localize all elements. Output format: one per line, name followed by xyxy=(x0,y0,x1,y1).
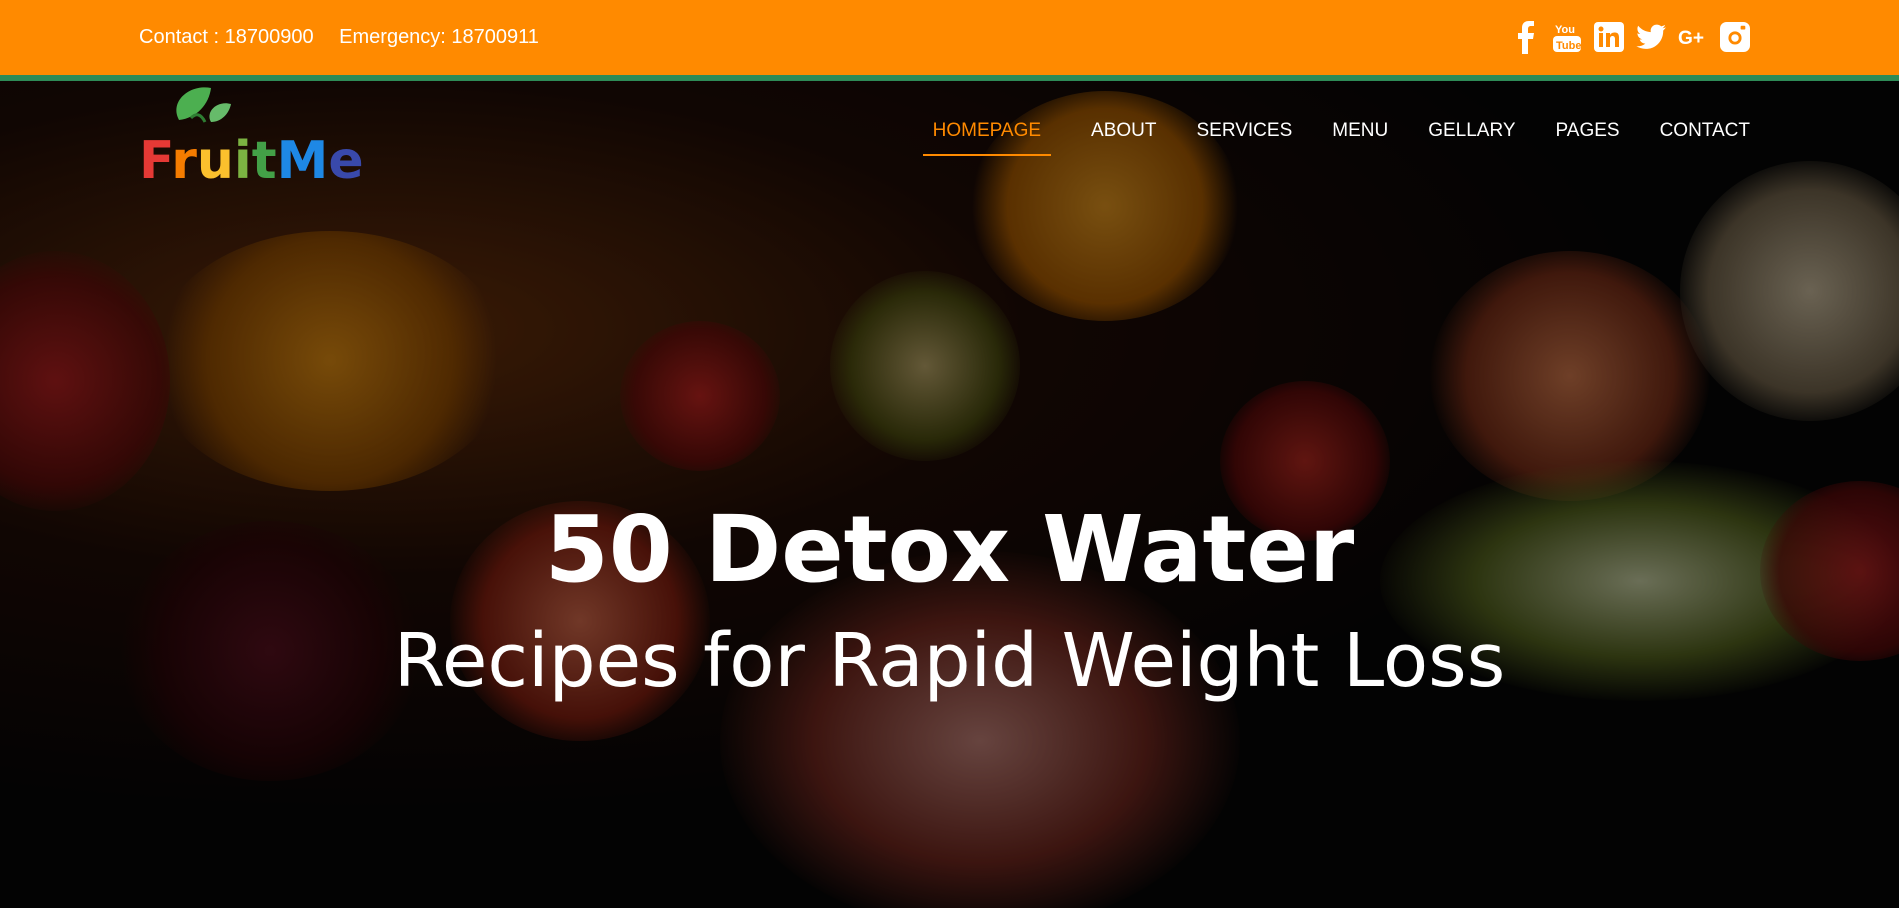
nav-item-pages[interactable]: PAGES xyxy=(1556,120,1620,156)
nav-item-about[interactable]: ABOUT xyxy=(1091,120,1156,156)
top-bar: Contact : 18700900 Emergency: 18700911 Y… xyxy=(0,0,1899,75)
hero-title: 50 Detox Water xyxy=(544,496,1355,603)
contact-phone: Contact : 18700900 xyxy=(139,26,314,48)
twitter-icon[interactable] xyxy=(1636,20,1666,54)
hero-subtitle: Recipes for Rapid Weight Loss xyxy=(393,618,1506,704)
nav-item-gallery[interactable]: GELLARY xyxy=(1428,120,1515,156)
nav-item-contact[interactable]: CONTACT xyxy=(1660,120,1750,156)
hero-overlay xyxy=(0,81,1899,908)
linkedin-icon[interactable] xyxy=(1594,20,1624,54)
nav-item-services[interactable]: SERVICES xyxy=(1197,120,1293,156)
logo[interactable]: FruitMe xyxy=(139,82,379,191)
nav-item-menu[interactable]: MENU xyxy=(1332,120,1388,156)
youtube-icon[interactable]: You Tube xyxy=(1552,20,1582,54)
hero-banner xyxy=(0,81,1899,908)
instagram-icon[interactable] xyxy=(1720,20,1750,54)
facebook-icon[interactable] xyxy=(1510,20,1540,54)
contact-info: Contact : 18700900 Emergency: 18700911 xyxy=(139,26,559,49)
google-plus-icon[interactable]: G+ xyxy=(1678,20,1708,54)
emergency-phone: Emergency: 18700911 xyxy=(339,26,539,48)
svg-text:You: You xyxy=(1555,24,1575,36)
svg-text:Tube: Tube xyxy=(1556,40,1581,52)
main-nav: HOMEPAGE ABOUT SERVICES MENU GELLARY PAG… xyxy=(922,120,1750,156)
social-links: You Tube G+ xyxy=(1510,20,1750,54)
svg-text:G+: G+ xyxy=(1678,28,1704,49)
nav-item-homepage[interactable]: HOMEPAGE xyxy=(922,120,1052,156)
logo-text: FruitMe xyxy=(139,131,364,182)
